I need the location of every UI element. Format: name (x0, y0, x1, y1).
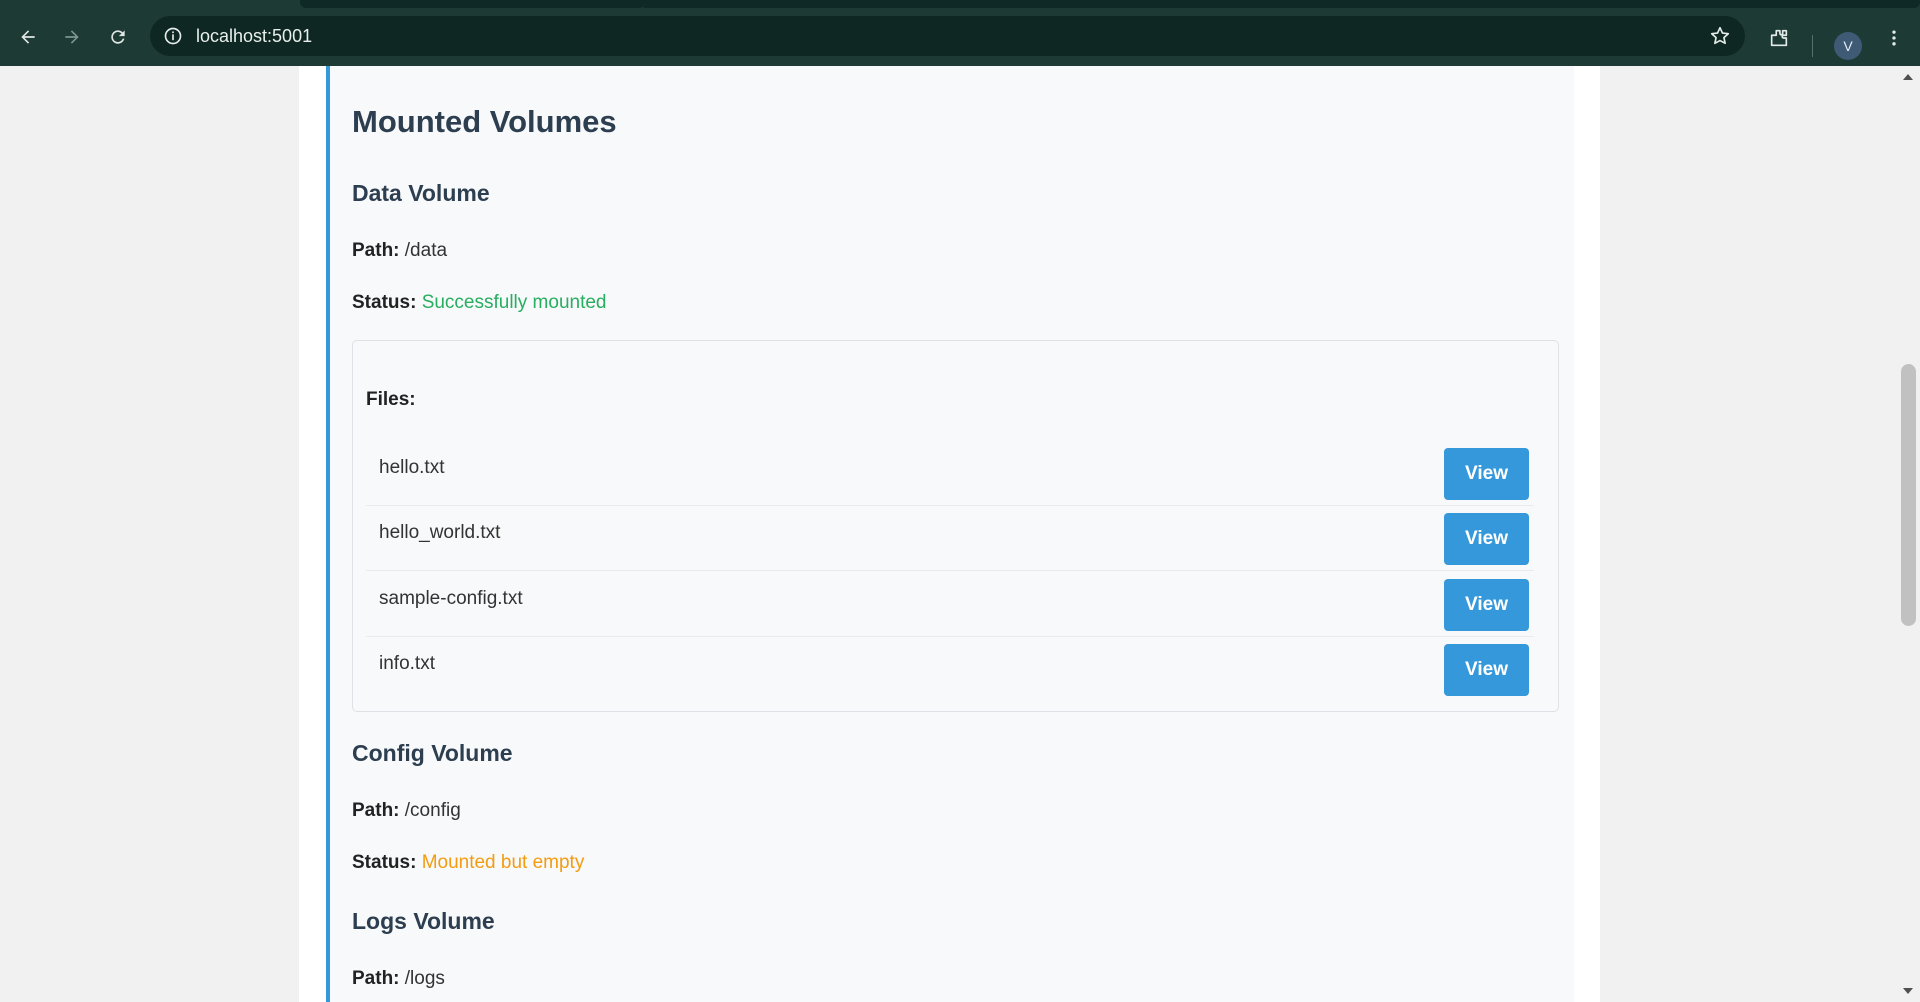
reload-icon (111, 30, 125, 44)
path-label: Path: (352, 240, 400, 261)
files-panel: Files: hello.txt View hello_world.txt Vi… (352, 340, 1559, 712)
address-bar[interactable]: localhost:5001 (150, 16, 1745, 56)
browser-tab[interactable] (300, 0, 645, 8)
file-name: info.txt (379, 653, 435, 674)
volume-status-config: Status: Mounted but empty (352, 852, 584, 874)
list-item: hello_world.txt View (366, 506, 1534, 571)
kebab-menu-icon[interactable] (1884, 27, 1904, 54)
volume-title-data: Data Volume (352, 180, 490, 206)
volume-path-logs: Path: /logs (352, 968, 445, 990)
browser-tab[interactable] (640, 0, 1920, 8)
scroll-thumb[interactable] (1901, 364, 1916, 626)
list-item: hello.txt View (366, 441, 1534, 506)
scroll-down-arrow[interactable] (1903, 988, 1913, 994)
path-label: Path: (352, 800, 400, 821)
list-item: info.txt View (366, 637, 1534, 702)
tab-strip (0, 0, 1920, 8)
reload-button[interactable] (106, 25, 130, 49)
view-button[interactable]: View (1444, 513, 1529, 565)
arrow-right-icon (65, 30, 79, 44)
view-button[interactable]: View (1444, 579, 1529, 631)
mounted-volumes-section: Mounted Volumes Data Volume Path: /data … (326, 66, 1574, 1002)
browser-toolbar: localhost:5001 V (0, 8, 1920, 66)
status-label: Status: (352, 292, 417, 313)
path-label: Path: (352, 968, 400, 989)
forward-button[interactable] (60, 25, 84, 49)
page-scrollbar[interactable] (1896, 66, 1920, 1002)
status-value: Mounted but empty (421, 852, 585, 873)
volume-title-config: Config Volume (352, 740, 513, 766)
arrow-left-icon (21, 30, 35, 44)
back-button[interactable] (16, 25, 40, 49)
view-button[interactable]: View (1444, 448, 1529, 500)
files-label: Files: (366, 389, 416, 410)
page-viewport: Mounted Volumes Data Volume Path: /data … (0, 66, 1920, 1002)
volume-status-data: Status: Successfully mounted (352, 292, 607, 314)
info-icon[interactable] (162, 25, 184, 47)
view-button[interactable]: View (1444, 644, 1529, 696)
volume-path-config: Path: /config (352, 800, 461, 822)
star-icon[interactable] (1709, 25, 1731, 47)
section-title: Mounted Volumes (352, 104, 617, 139)
puzzle-icon[interactable] (1768, 27, 1790, 54)
scroll-up-arrow[interactable] (1903, 74, 1913, 80)
status-value: Successfully mounted (421, 292, 607, 313)
avatar[interactable]: V (1834, 32, 1862, 60)
file-name: hello.txt (379, 457, 445, 478)
file-name: sample-config.txt (379, 588, 523, 609)
volume-title-logs: Logs Volume (352, 908, 495, 934)
url-text[interactable]: localhost:5001 (196, 26, 312, 47)
path-value: /logs (404, 968, 445, 989)
toolbar-divider (1812, 35, 1813, 57)
list-item: sample-config.txt View (366, 572, 1534, 637)
status-label: Status: (352, 852, 417, 873)
path-value: /config (404, 800, 461, 821)
path-value: /data (404, 240, 448, 261)
file-name: hello_world.txt (379, 522, 501, 543)
volume-path-data: Path: /data (352, 240, 447, 262)
